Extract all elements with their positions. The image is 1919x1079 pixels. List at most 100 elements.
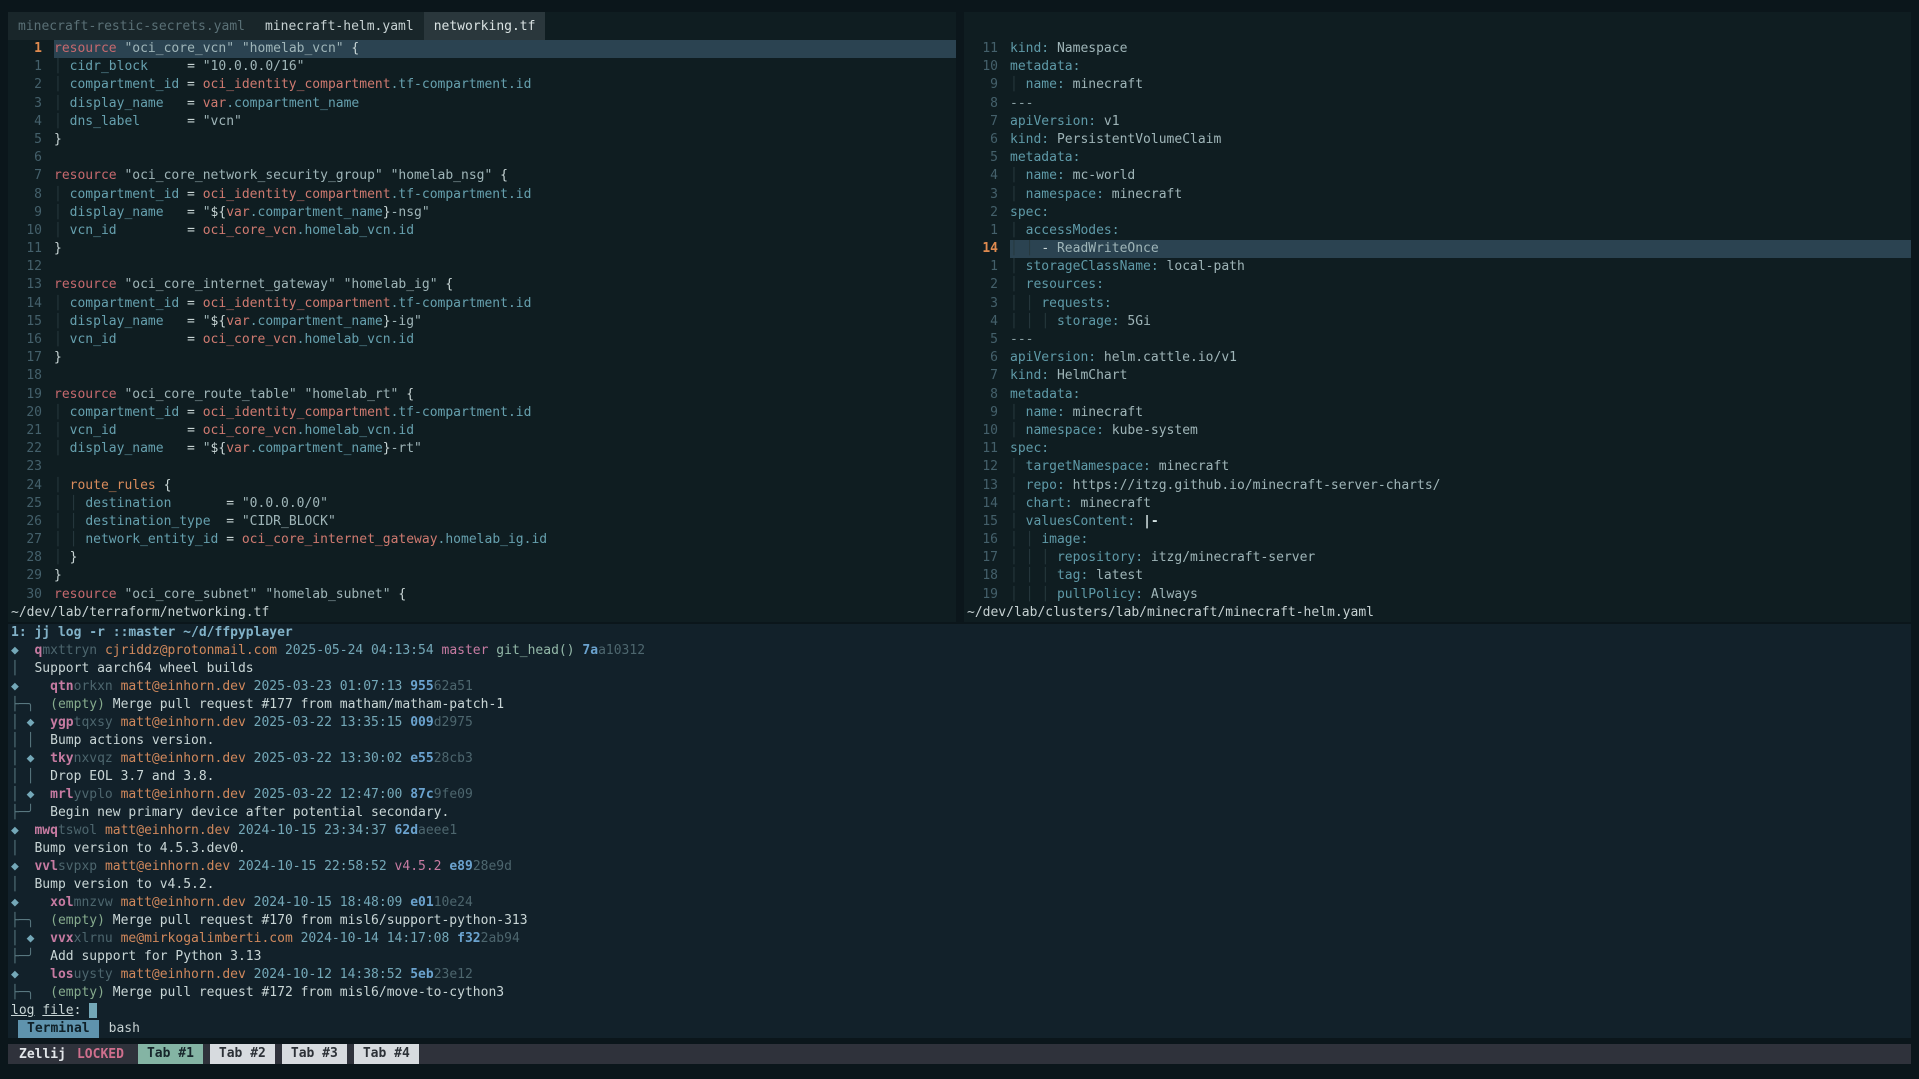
token: 9fe09 (434, 787, 473, 802)
log-line: ◆ mwqtswol matt@einhorn.dev 2024-10-15 2… (8, 822, 1911, 840)
token: e55 (410, 751, 433, 766)
zellij-mode-indicator: LOCKED (77, 1047, 138, 1062)
zellij-tab-1[interactable]: Tab #1 (138, 1044, 203, 1064)
code-line: 8│ compartment_id = oci_identity_compart… (8, 186, 956, 204)
log-line: ◆ vvlsvpxp matt@einhorn.dev 2024-10-15 2… (8, 858, 1911, 876)
token (34, 715, 50, 730)
code-line: 23 (8, 458, 956, 476)
token: } (62, 550, 78, 565)
token (1049, 550, 1057, 565)
token: = (179, 77, 202, 92)
token: = (171, 496, 241, 511)
log-line: ◆ xolmnzvw matt@einhorn.dev 2024-10-15 1… (8, 894, 1911, 912)
token: 62d (395, 823, 418, 838)
token: .compartment_name (250, 441, 383, 456)
token: │ (1010, 187, 1018, 202)
token: = (117, 332, 203, 347)
line-number: 19 (964, 586, 1010, 604)
zellij-tab-2[interactable]: Tab #2 (210, 1044, 275, 1064)
token: "vcn" (203, 114, 242, 129)
token: │ (54, 114, 62, 129)
token: spec: (1010, 205, 1049, 220)
token: matt@einhorn.dev (121, 895, 246, 910)
token: metadata: (1010, 150, 1080, 165)
token: │ │ (11, 733, 34, 748)
code-line: 4│ dns_label = "vcn" (8, 113, 956, 131)
token: var (226, 441, 249, 456)
code-line: 18│ │ │ tag: latest (964, 567, 1911, 585)
token: "oci_core_route_table" (124, 387, 296, 402)
token: = (117, 423, 203, 438)
token: vvl (34, 859, 57, 874)
token: │ (1010, 478, 1018, 493)
code-line: 5--- (964, 331, 1911, 349)
token: "CIDR_BLOCK" (242, 514, 336, 529)
line-number: 2 (964, 204, 1010, 222)
token: │ (54, 205, 62, 220)
line-number: 5 (8, 131, 54, 149)
zellij-tab-3[interactable]: Tab #3 (282, 1044, 347, 1064)
token: .tf-compartment.id (391, 187, 532, 202)
token: helm.cattle.io/v1 (1096, 350, 1237, 365)
token: ├─╮ (11, 697, 34, 712)
token: │ (1041, 314, 1049, 329)
token (1135, 514, 1143, 529)
editor-pane-left[interactable]: minecraft-restic-secrets.yamlminecraft-h… (8, 12, 956, 622)
token: │ (54, 550, 62, 565)
token: oci_identity_compartment (203, 296, 391, 311)
token: "homelab_rt" (304, 387, 398, 402)
token: 955 (410, 679, 433, 694)
buffer-tab-minecraft-restic-secrets.yaml[interactable]: minecraft-restic-secrets.yaml (8, 12, 255, 40)
log-line: │ ◆ tkynxvqz matt@einhorn.dev 2025-03-22… (8, 750, 1911, 768)
token: name: (1026, 77, 1065, 92)
token: = (179, 405, 202, 420)
token: = (179, 296, 202, 311)
token: var (203, 96, 226, 111)
token (246, 715, 254, 730)
line-number: 13 (964, 477, 1010, 495)
token (246, 751, 254, 766)
code-line: 3│ display_name = var.compartment_name (8, 95, 956, 113)
bufferline: minecraft-restic-secrets.yamlminecraft-h… (8, 12, 956, 40)
token: "oci_core_subnet" (124, 587, 257, 602)
buffer-tab-networking.tf[interactable]: networking.tf (424, 12, 546, 40)
terminal-prompt[interactable]: log file: (8, 1002, 1911, 1020)
buffer-tab-minecraft-helm.yaml[interactable]: minecraft-helm.yaml (255, 12, 424, 40)
terminal-pane[interactable]: 1: jj log -r ::master ~/d/ffpyplayer◆ qm… (8, 624, 1911, 1038)
token: │ (11, 787, 27, 802)
token (234, 41, 242, 56)
editor-pane-right[interactable]: 11kind: Namespace10metadata:9│ name: min… (964, 12, 1911, 622)
token: .tf-compartment.id (391, 296, 532, 311)
token: 62a51 (434, 679, 473, 694)
token: ◆ (11, 823, 19, 838)
token: 2024-10-15 22:58:52 (238, 859, 387, 874)
line-number: 14 (964, 240, 1010, 258)
code-line: 5metadata: (964, 149, 1911, 167)
terminal-tab-active[interactable]: Terminal (18, 1020, 99, 1038)
token: "homelab_ig" (344, 277, 438, 292)
token: │ (54, 223, 62, 238)
terminal-tab-shell[interactable]: bash (109, 1020, 140, 1038)
token: ◆ (11, 967, 19, 982)
token (1018, 168, 1026, 183)
token: } (54, 132, 62, 147)
code-line: 27│ │ network_entity_id = oci_core_inter… (8, 531, 956, 549)
token: requests: (1041, 296, 1111, 311)
zellij-tab-4[interactable]: Tab #4 (354, 1044, 419, 1064)
token: "oci_core_internet_gateway" (124, 277, 335, 292)
code-line: 11spec: (964, 440, 1911, 458)
token: tky (50, 751, 73, 766)
token (1018, 187, 1026, 202)
token: │ (1010, 459, 1018, 474)
token: │ (1010, 277, 1018, 292)
token: "oci_core_vcn" (124, 41, 234, 56)
token: targetNamespace: (1026, 459, 1151, 474)
token: │ (54, 514, 62, 529)
token: │ (1010, 77, 1018, 92)
token: mxttryn (42, 643, 97, 658)
line-number: 16 (8, 331, 54, 349)
token: storage: (1057, 314, 1120, 329)
token: route_rules (70, 478, 156, 493)
token (113, 967, 121, 982)
token: } (383, 205, 391, 220)
